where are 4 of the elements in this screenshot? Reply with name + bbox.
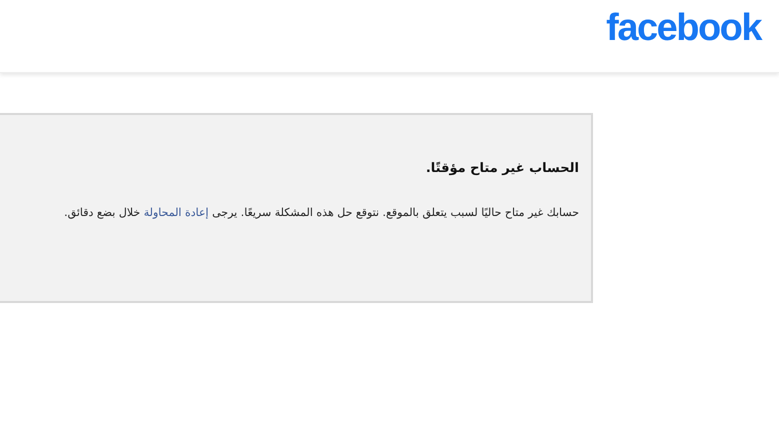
retry-link[interactable]: إعادة المحاولة (144, 206, 209, 219)
notice-message: حسابك غير متاح حاليًا لسبب يتعلق بالموقع. نتوقع حل هذه المشكلة سريعًا. يرجى إعادة المحاولة خلال بضع دقائق. (64, 206, 579, 219)
notice-title: الحساب غير متاح مؤقتًا. (426, 161, 579, 176)
facebook-logo[interactable]: facebook (606, 4, 761, 52)
